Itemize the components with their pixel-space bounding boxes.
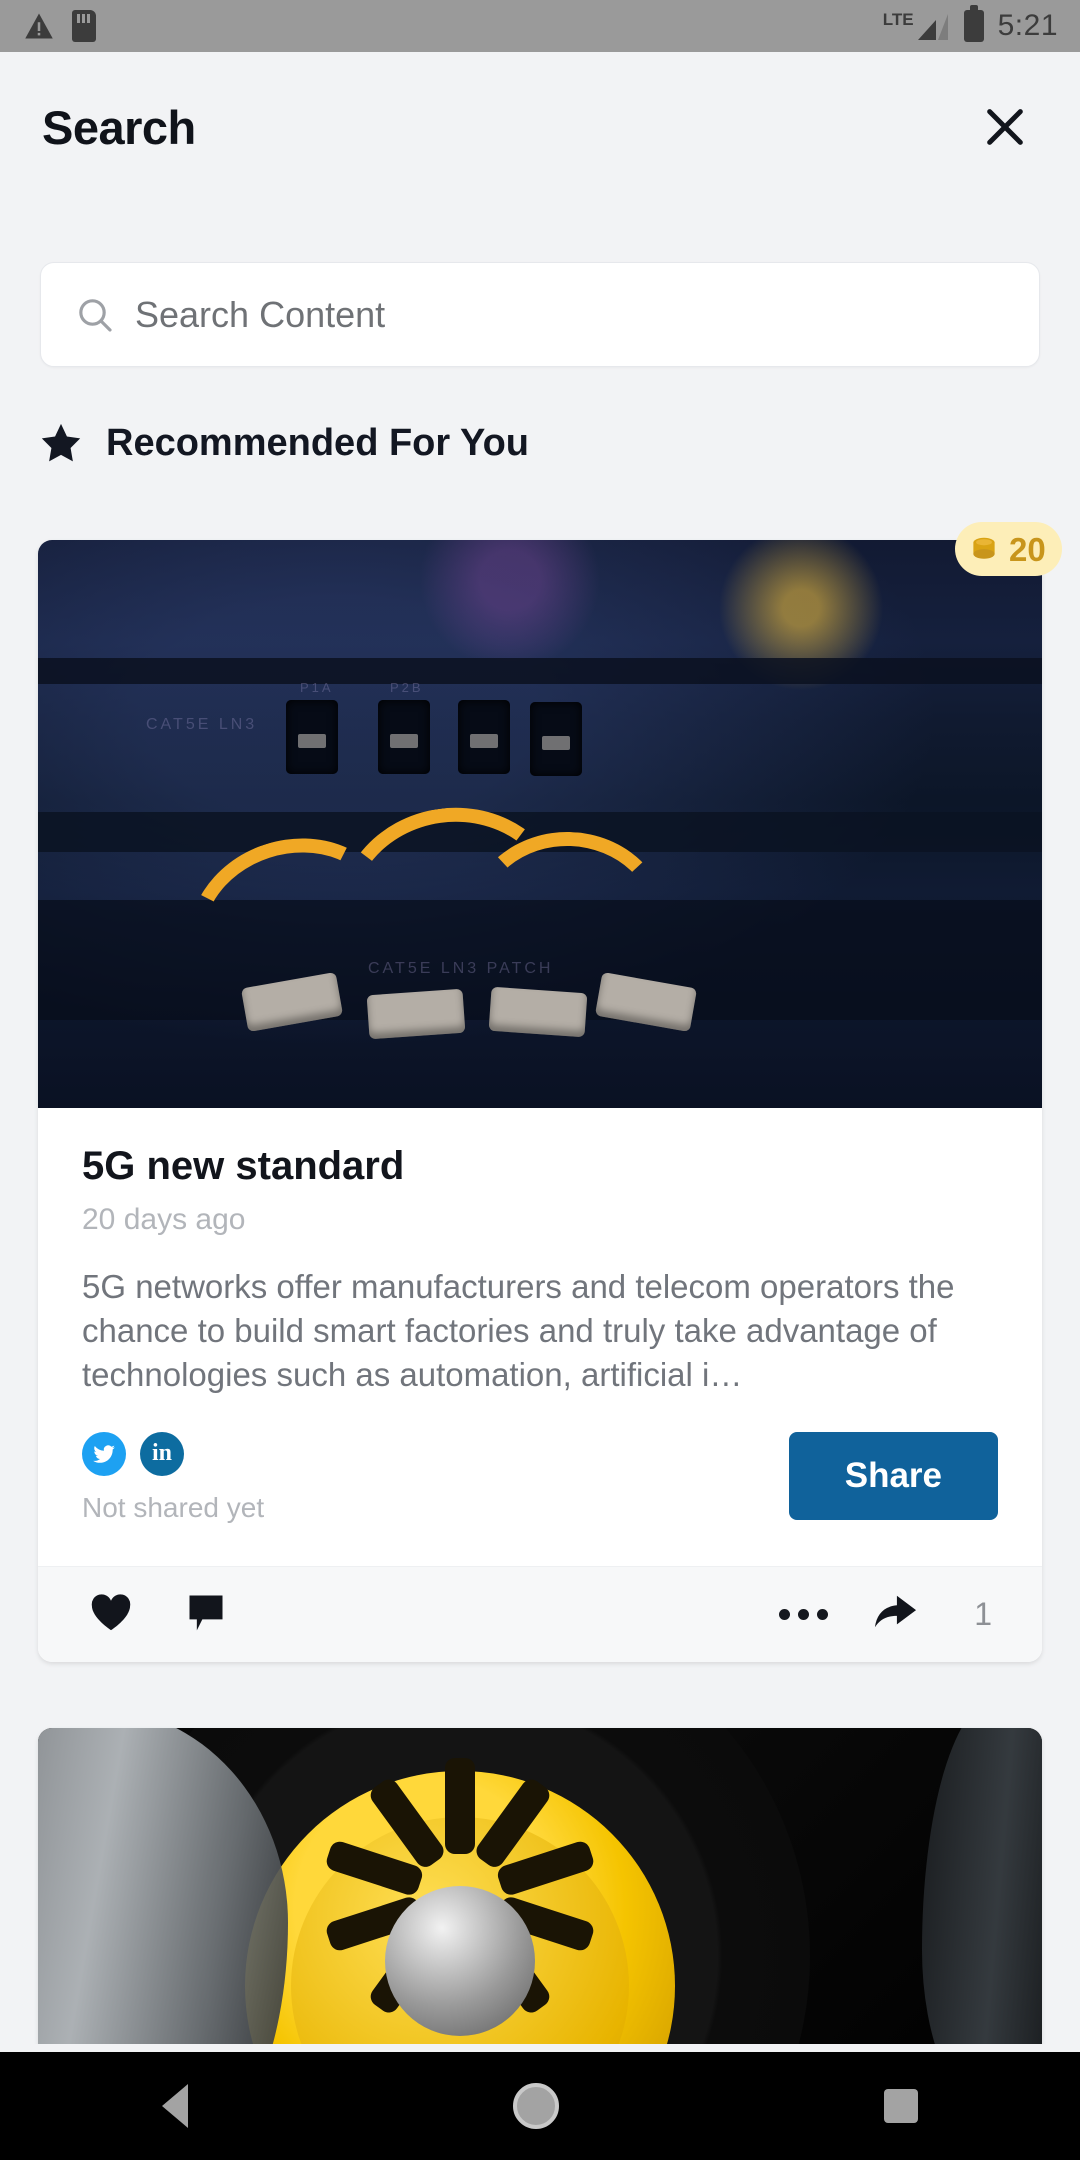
share-status: Not shared yet	[82, 1491, 265, 1523]
close-icon	[987, 109, 1023, 145]
action-bar-right: 1	[779, 1590, 992, 1639]
share-arrow-icon[interactable]	[872, 1590, 918, 1639]
twitter-icon[interactable]	[82, 1431, 126, 1476]
card-image[interactable]	[38, 1728, 1042, 2088]
coin-stack-icon	[967, 532, 1001, 566]
close-button[interactable]	[972, 94, 1038, 160]
android-navigation-bar	[0, 2052, 1080, 2160]
nav-recents-icon[interactable]	[883, 2089, 918, 2123]
page-header: Search	[0, 52, 1080, 202]
star-icon	[38, 420, 84, 466]
app-screen: LTE 5:21 Search Search Content Recommend…	[0, 0, 1080, 2160]
token-count: 20	[1009, 530, 1046, 568]
card-share-row: in Not shared yet Share	[38, 1398, 1042, 1524]
token-badge: 20	[955, 522, 1062, 576]
share-button[interactable]: Share	[788, 1431, 998, 1520]
search-icon	[75, 295, 115, 335]
nav-back-icon[interactable]	[162, 2084, 189, 2128]
action-bar-left	[88, 1590, 228, 1639]
status-bar-clock: 5:21	[997, 9, 1058, 42]
content-card[interactable]	[38, 1728, 1042, 2088]
linkedin-label: in	[151, 1440, 172, 1467]
more-options-icon[interactable]	[779, 1609, 829, 1620]
search-input[interactable]: Search Content	[135, 294, 385, 336]
yellow-car-wheel-photo	[38, 1728, 1042, 2088]
battery-icon	[963, 5, 984, 42]
card-excerpt: 5G networks offer manufacturers and tele…	[82, 1268, 955, 1394]
card-body: 5G new standard 20 days ago 5G networks …	[38, 1108, 1042, 1398]
status-bar: LTE 5:21	[0, 0, 1080, 52]
linkedin-icon[interactable]: in	[140, 1431, 184, 1476]
social-icons: in	[82, 1431, 264, 1476]
social-column: in Not shared yet	[82, 1431, 265, 1524]
lte-label: LTE	[882, 10, 914, 29]
status-bar-left	[24, 10, 96, 42]
recommended-section-header: Recommended For You	[38, 420, 529, 466]
warning-triangle-icon	[24, 12, 54, 40]
nav-home-icon[interactable]	[512, 2083, 559, 2129]
page-title: Search	[42, 100, 196, 154]
viewport-cut	[0, 2044, 1080, 2052]
heart-icon[interactable]	[88, 1590, 134, 1639]
card-image[interactable]: CAT5E LN3 P1A P2B CAT5E LN3 PATCH	[38, 540, 1042, 1108]
card-title: 5G new standard	[82, 1144, 405, 1188]
status-bar-right: LTE 5:21	[883, 5, 1058, 43]
lte-signal-icon: LTE	[883, 10, 950, 42]
sd-card-icon	[72, 10, 96, 42]
content-card[interactable]: CAT5E LN3 P1A P2B CAT5E LN3 PATCH 5G new…	[38, 540, 1042, 1662]
card-action-bar: 1	[38, 1566, 1042, 1662]
share-count: 1	[974, 1596, 992, 1632]
search-field[interactable]: Search Content	[40, 262, 1040, 367]
section-title: Recommended For You	[106, 421, 529, 464]
comment-icon[interactable]	[184, 1590, 228, 1639]
network-switch-photo: CAT5E LN3 P1A P2B CAT5E LN3 PATCH	[38, 540, 1042, 1108]
card-date: 20 days ago	[82, 1203, 246, 1236]
